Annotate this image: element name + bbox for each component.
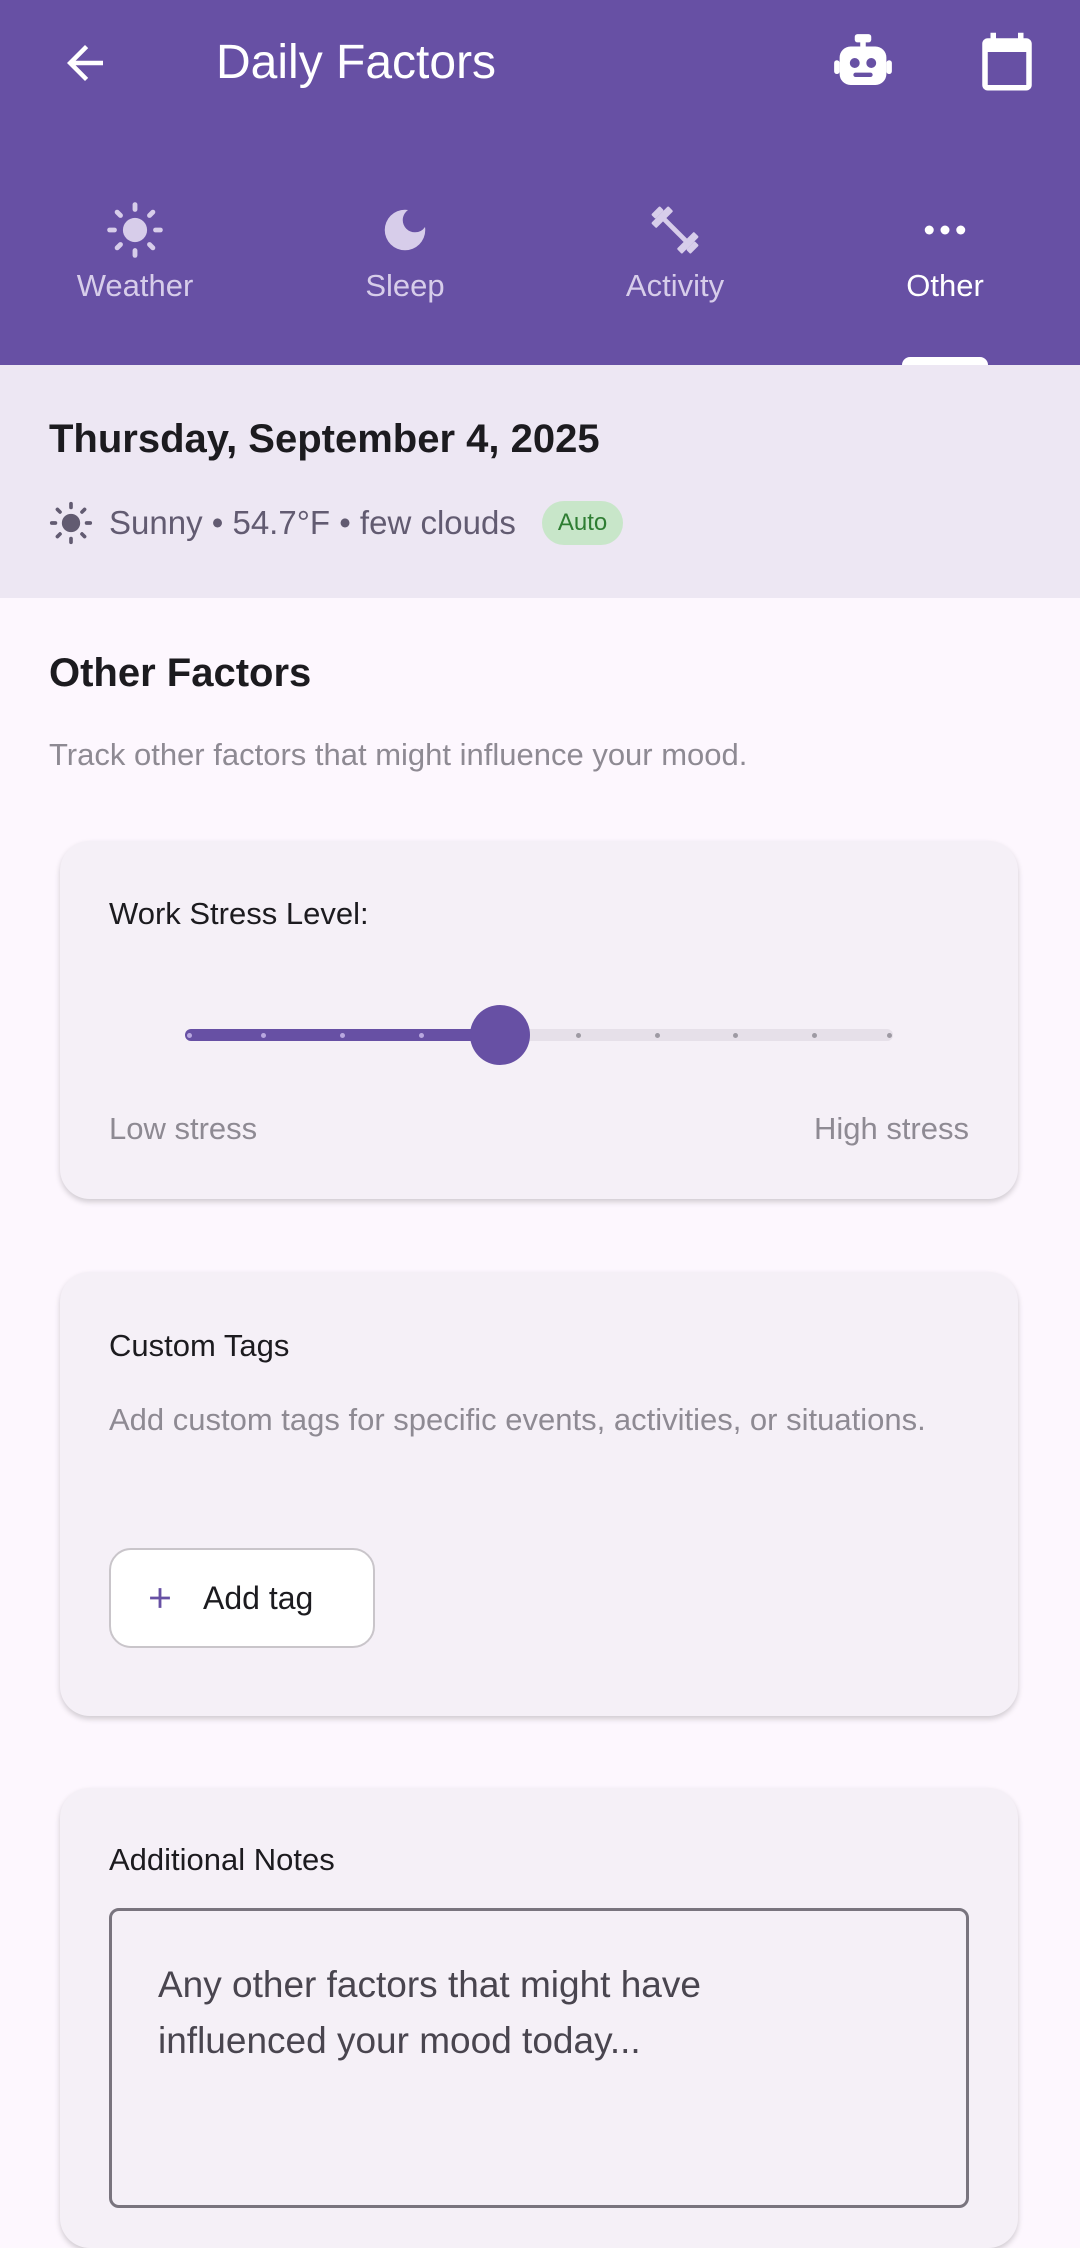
tab-other[interactable]: Other bbox=[810, 180, 1080, 365]
tab-weather[interactable]: Weather bbox=[0, 180, 270, 365]
sun-icon bbox=[49, 501, 93, 545]
slider-tick bbox=[654, 1033, 660, 1038]
auto-badge: Auto bbox=[541, 501, 624, 545]
slider-tick bbox=[418, 1033, 424, 1038]
factor-tabs: Weather Sleep Activity Other bbox=[0, 180, 1080, 365]
arrow-left-icon bbox=[67, 45, 103, 81]
moon-icon bbox=[384, 209, 426, 251]
slider-thumb[interactable] bbox=[469, 1005, 530, 1065]
additional-notes-title: Additional Notes bbox=[109, 1842, 335, 1877]
custom-tags-title: Custom Tags bbox=[109, 1328, 290, 1363]
tab-sleep[interactable]: Sleep bbox=[270, 180, 540, 365]
section-subtitle: Track other factors that might influence… bbox=[49, 737, 748, 772]
additional-notes-card: Additional Notes Any other factors that … bbox=[60, 1788, 1018, 2248]
work-stress-slider[interactable] bbox=[185, 1005, 893, 1065]
slider-tick bbox=[575, 1033, 581, 1038]
plus-icon bbox=[150, 1588, 170, 1608]
slider-tick bbox=[339, 1033, 345, 1038]
tab-label: Sleep bbox=[365, 268, 445, 303]
slider-tick bbox=[811, 1033, 817, 1038]
selected-date: Thursday, September 4, 2025 bbox=[49, 417, 600, 461]
tab-label: Weather bbox=[76, 268, 194, 303]
active-tab-indicator bbox=[902, 357, 988, 365]
slider-tick bbox=[186, 1033, 192, 1038]
tab-label: Activity bbox=[625, 268, 725, 303]
notes-placeholder: Any other factors that might have influe… bbox=[158, 1964, 701, 2061]
dumbbell-icon bbox=[651, 206, 699, 254]
weather-text: Sunny • 54.7°F • few clouds bbox=[109, 504, 516, 541]
tab-label: Other bbox=[906, 268, 984, 303]
back-button[interactable] bbox=[52, 30, 118, 96]
app-bar: Daily Factors Weather Sleep Activity Oth… bbox=[0, 0, 1080, 365]
high-stress-label: High stress bbox=[813, 1111, 969, 1146]
work-stress-card: Work Stress Level: Low stress High stres… bbox=[60, 841, 1018, 1199]
tab-activity[interactable]: Activity bbox=[540, 180, 810, 365]
calendar-button[interactable] bbox=[970, 26, 1044, 100]
add-tag-button[interactable]: Add tag bbox=[109, 1548, 375, 1648]
page-title: Daily Factors bbox=[216, 36, 497, 89]
slider-tick bbox=[886, 1033, 892, 1038]
ai-assistant-button[interactable] bbox=[826, 26, 900, 100]
date-summary: Thursday, September 4, 2025 Sunny • 54.7… bbox=[0, 365, 1080, 598]
calendar-icon bbox=[982, 32, 1032, 91]
notes-textarea[interactable]: Any other factors that might have influe… bbox=[109, 1908, 969, 2208]
section-title: Other Factors bbox=[49, 651, 312, 695]
sun-icon bbox=[107, 202, 163, 258]
low-stress-label: Low stress bbox=[109, 1111, 258, 1146]
robot-icon bbox=[834, 34, 892, 85]
slider-tick bbox=[733, 1033, 739, 1038]
add-tag-label: Add tag bbox=[203, 1579, 314, 1616]
weather-summary: Sunny • 54.7°F • few clouds Auto bbox=[49, 501, 624, 545]
more-horizontal-icon bbox=[924, 225, 966, 235]
work-stress-title: Work Stress Level: bbox=[109, 896, 369, 931]
custom-tags-card: Custom Tags Add custom tags for specific… bbox=[60, 1272, 1018, 1716]
custom-tags-description: Add custom tags for specific events, act… bbox=[109, 1402, 926, 1437]
